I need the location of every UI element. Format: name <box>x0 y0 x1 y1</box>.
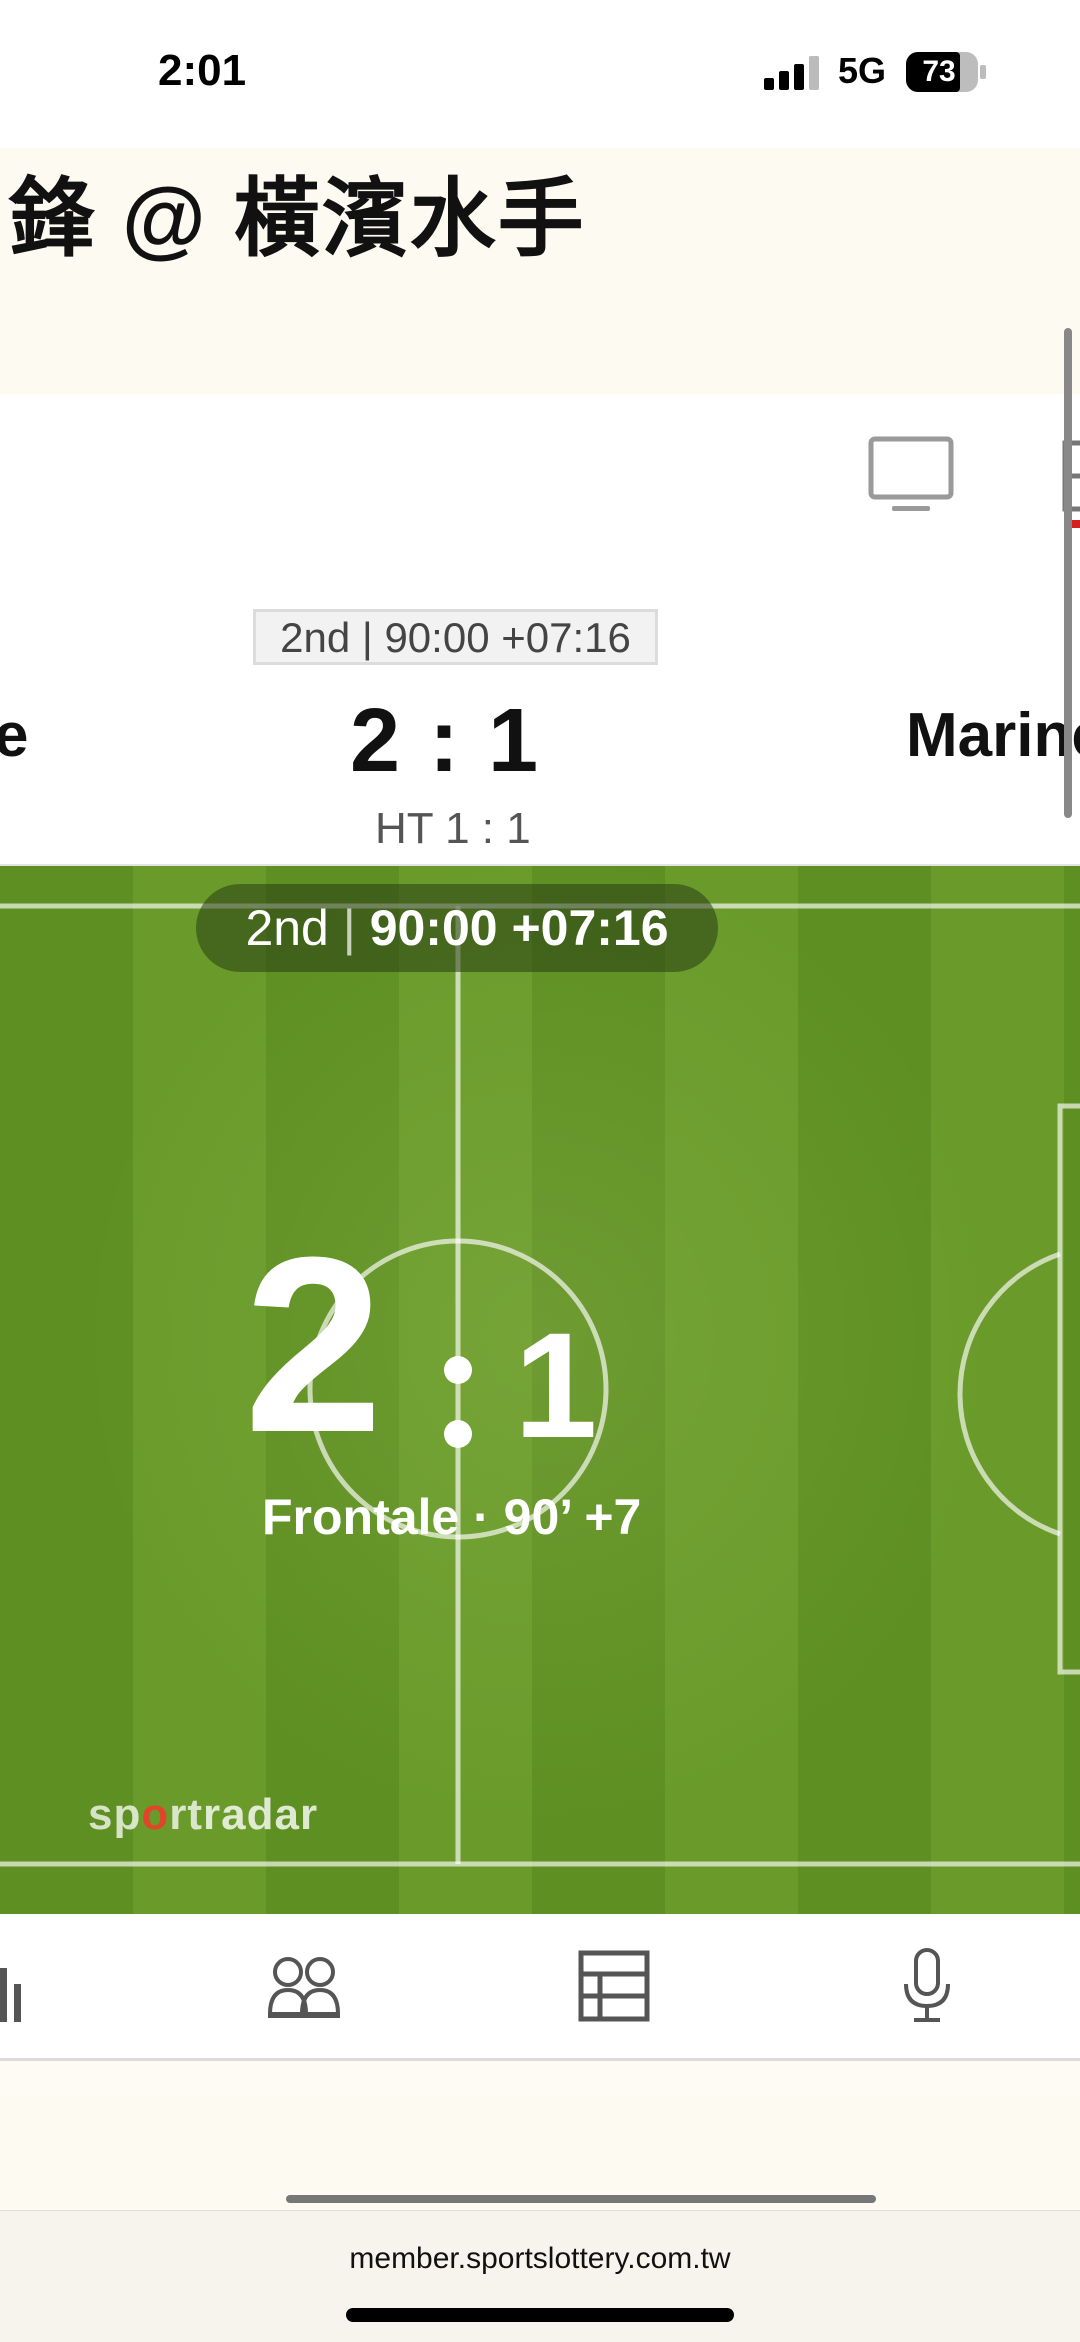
home-team-name: e <box>0 701 29 770</box>
period-status: 2nd | 90:00 +07:16 <box>253 609 658 665</box>
network-type: 5G <box>838 50 887 91</box>
players-icon[interactable] <box>266 1954 342 2020</box>
tv-icon[interactable] <box>868 436 954 516</box>
battery-level: 73 <box>922 55 956 88</box>
period-label: 2nd <box>245 900 329 956</box>
home-indicator[interactable] <box>346 2308 734 2322</box>
match-title: 鋒 @ 橫濱水手 <box>8 171 586 267</box>
cellular-signal-icon <box>764 56 819 90</box>
match-clock: 90:00 +07:16 <box>369 900 669 956</box>
tracker-tab-bar <box>0 1914 1080 2061</box>
away-team-name: Marinc <box>906 701 1080 770</box>
battery-icon: 73 <box>906 52 986 92</box>
browser-tab-handle[interactable] <box>286 2195 876 2203</box>
bar-chart-icon[interactable] <box>0 1950 32 2022</box>
score-separator <box>444 1356 472 1448</box>
match-score: 2 : 1 <box>350 691 541 791</box>
scrollbar[interactable] <box>1064 328 1072 818</box>
match-clock-pill: 2nd | 90:00 +07:16 <box>196 884 718 972</box>
sportradar-logo: sportradar <box>88 1790 319 1839</box>
away-score-large: 1 <box>514 1301 598 1469</box>
browser-address-bar[interactable] <box>0 2210 1080 2342</box>
home-score-large: 2 <box>244 1205 384 1484</box>
status-time: 2:01 <box>158 46 247 95</box>
table-icon[interactable] <box>578 1950 650 2022</box>
url-text[interactable]: member.sportslottery.com.tw <box>0 2242 1080 2276</box>
halftime-score: HT 1 : 1 <box>375 804 531 853</box>
goal-caption: Frontale · 90’ +7 <box>262 1489 642 1545</box>
microphone-icon[interactable] <box>900 1948 954 2024</box>
